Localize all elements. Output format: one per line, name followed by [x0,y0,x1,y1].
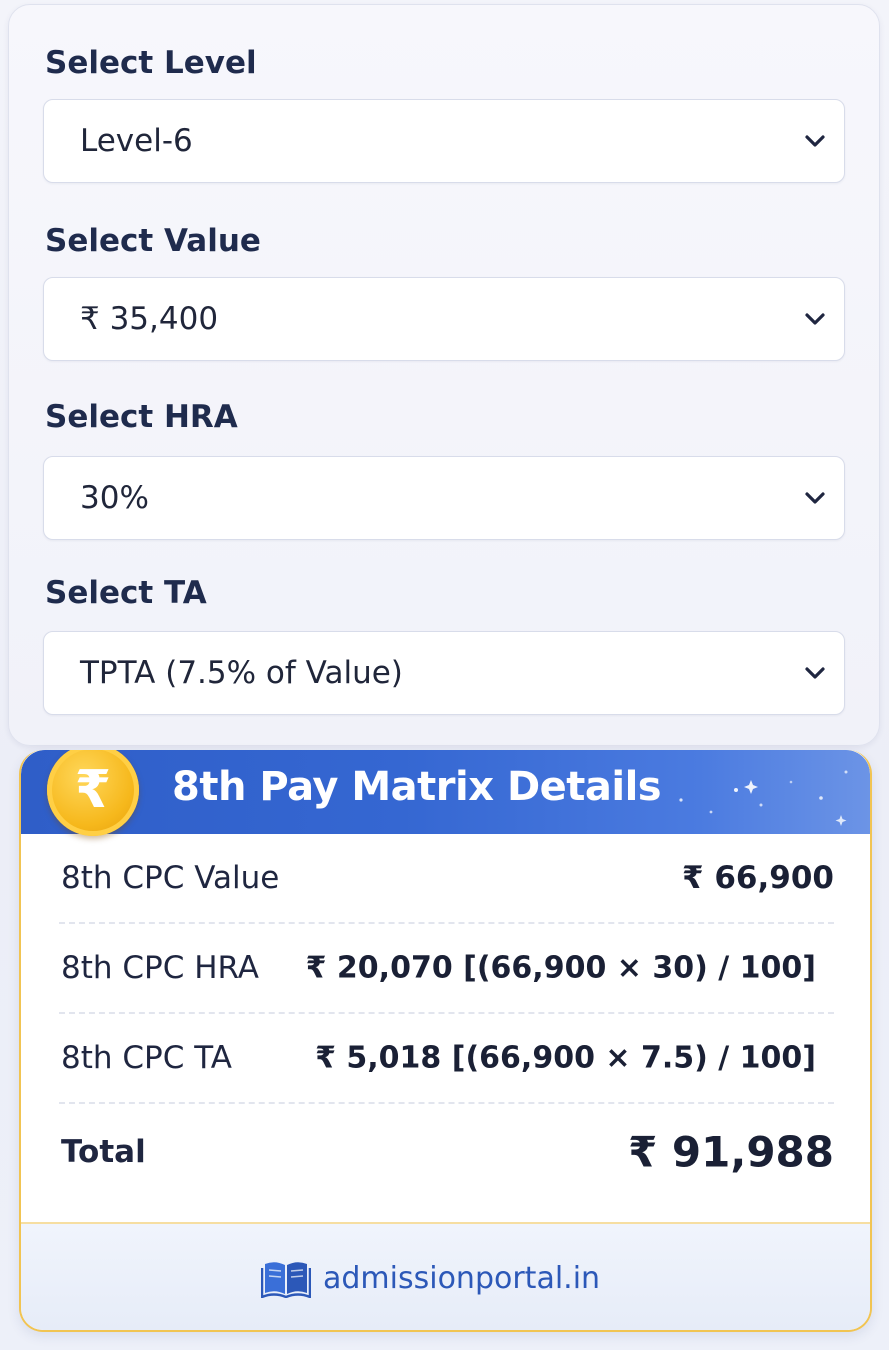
pay-calculator-form: Select Level Level-6 Select Value ₹ 35,4… [8,4,880,746]
chevron-down-icon [805,492,825,504]
value-select-value: ₹ 35,400 [80,301,219,337]
result-row-value: 8th CPC Value ₹ 66,900 [59,834,834,924]
level-select[interactable]: Level-6 [43,99,845,183]
sparkle-decoration-icon [679,770,848,826]
result-header: 8th Pay Matrix Details [21,750,870,834]
select-level-label: Select Level [45,45,257,81]
footer: admissionportal.in [21,1222,870,1330]
result-row-total: Total ₹ 91,988 [59,1104,834,1200]
select-ta-label: Select TA [45,575,207,611]
level-select-value: Level-6 [80,123,193,159]
result-title: 8th Pay Matrix Details [172,764,662,810]
total-value: ₹ 91,988 [628,1127,834,1177]
hra-select-value: 30% [80,480,149,516]
footer-brand[interactable]: admissionportal.in [261,1254,600,1302]
row-label: 8th CPC Value [61,860,280,896]
hra-select[interactable]: 30% [43,456,845,540]
row-value: ₹ 20,070 [(66,900 × 30) / 100] [305,950,816,986]
book-icon [261,1262,311,1298]
row-value: ₹ 66,900 [682,860,834,896]
chevron-down-icon [805,313,825,325]
total-label: Total [61,1134,146,1170]
page: Select Level Level-6 Select Value ₹ 35,4… [0,0,889,1350]
select-value-label: Select Value [45,223,261,259]
site-link[interactable]: admissionportal.in [323,1261,600,1296]
result-row-hra: 8th CPC HRA ₹ 20,070 [(66,900 × 30) / 10… [59,924,834,1014]
row-label: 8th CPC HRA [61,950,260,986]
row-value: ₹ 5,018 [(66,900 × 7.5) / 100] [315,1040,816,1076]
result-rows: 8th CPC Value ₹ 66,900 8th CPC HRA ₹ 20,… [59,834,834,1200]
value-select[interactable]: ₹ 35,400 [43,277,845,361]
chevron-down-icon [805,667,825,679]
rupee-coin-icon: ₹ [47,750,139,836]
ta-select[interactable]: TPTA (7.5% of Value) [43,631,845,715]
ta-select-value: TPTA (7.5% of Value) [80,655,403,691]
pay-matrix-result-card: 8th Pay Matrix Details ₹ 8th CPC Value ₹… [19,750,872,1332]
result-row-ta: 8th CPC TA ₹ 5,018 [(66,900 × 7.5) / 100… [59,1014,834,1104]
select-hra-label: Select HRA [45,399,238,435]
rupee-symbol: ₹ [74,760,112,820]
chevron-down-icon [805,135,825,147]
row-label: 8th CPC TA [61,1040,232,1076]
